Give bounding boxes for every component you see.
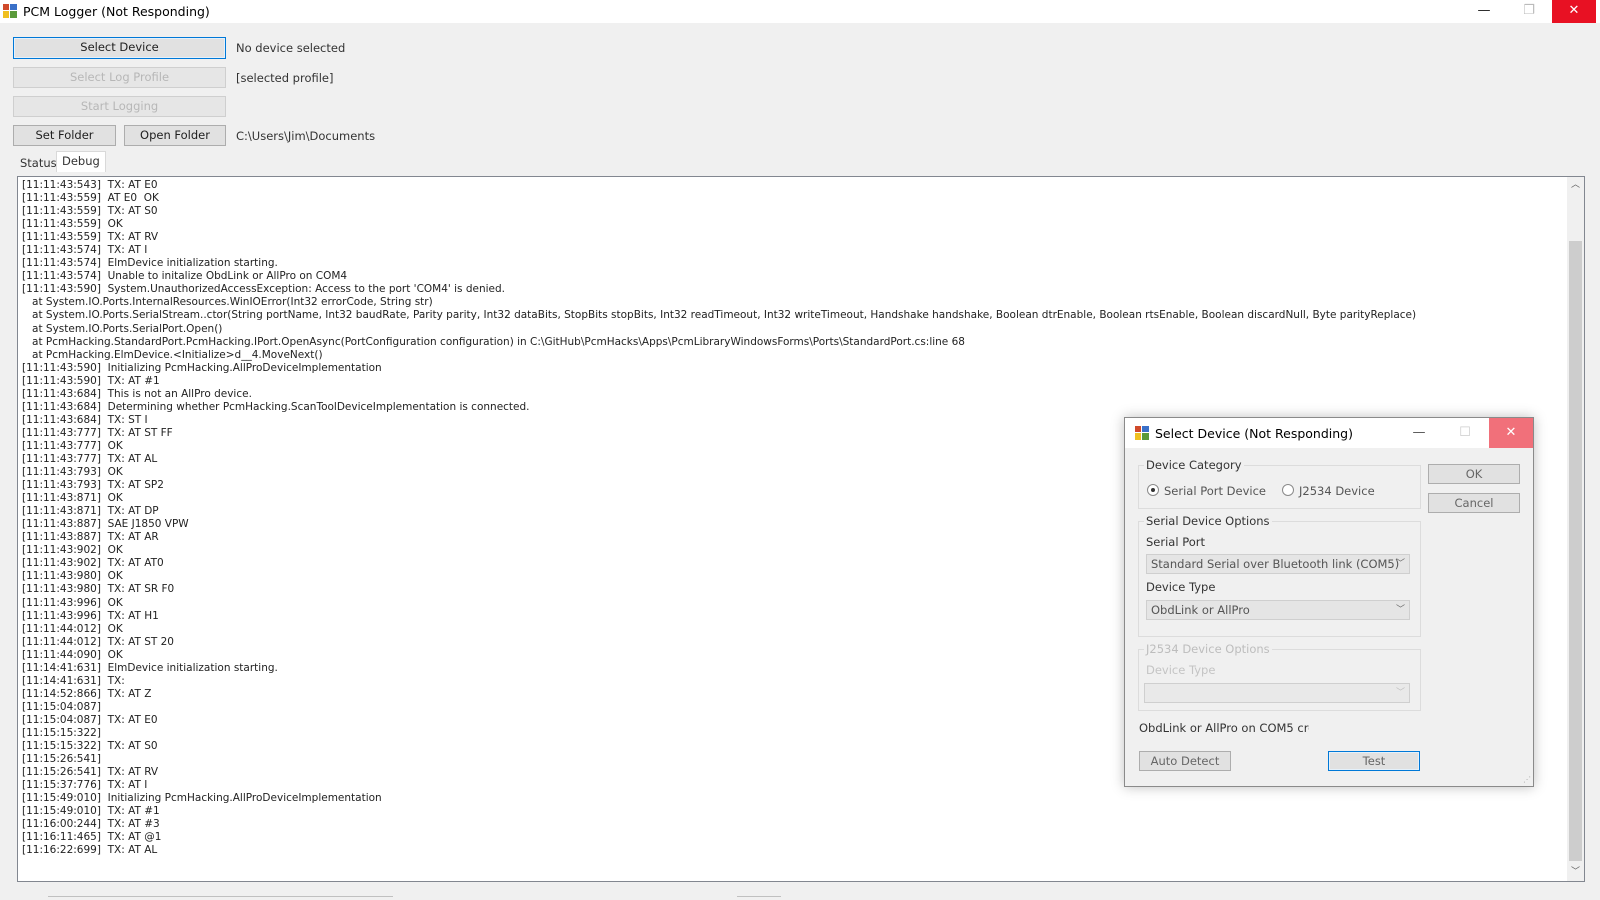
j2534-device-radio[interactable] [1282,484,1294,496]
status-strip [0,885,1600,900]
log-line: [11:11:43:559] TX: AT S0 [22,205,158,218]
minimize-button[interactable]: — [1462,0,1506,23]
cancel-button[interactable]: Cancel [1428,493,1520,513]
log-line: at PcmHacking.StandardPort.PcmHacking.IP… [22,335,965,348]
log-line: at System.IO.Ports.SerialStream..ctor(St… [22,309,1417,322]
log-line: [11:16:00:244] TX: AT #3 [22,818,160,831]
dialog-minimize-button[interactable]: — [1397,418,1441,448]
log-line: [11:11:43:574] TX: AT I [22,244,148,257]
device-status-label: No device selected [236,41,346,55]
serial-port-device-radio[interactable] [1147,484,1159,496]
log-line: at System.IO.Ports.SerialPort.Open() [22,322,223,335]
device-type-value: ObdLink or AllPro [1151,603,1250,617]
log-line: [11:16:11:465] TX: AT @1 [22,831,162,844]
log-line: [11:11:43:590] TX: AT #1 [22,374,160,387]
log-line: [11:15:49:010] TX: AT #1 [22,805,160,818]
log-line: [11:11:43:684] Determining whether PcmHa… [22,400,530,413]
dialog-title: Select Device (Not Responding) [1155,426,1353,441]
log-line: [11:11:43:574] ElmDevice initialization … [22,257,278,270]
chevron-down-icon: ﹀ [1395,559,1405,569]
serial-port-combo[interactable]: Standard Serial over Bluetooth link (COM… [1146,554,1410,574]
select-log-profile-button[interactable]: Select Log Profile [13,67,226,88]
selected-profile-label: [selected profile] [236,71,334,85]
divider [737,896,781,897]
log-line: [11:11:43:559] AT E0 OK [22,192,159,205]
divider [48,896,393,897]
log-line: [11:11:43:590] System.UnauthorizedAccess… [22,283,506,296]
dialog-title-bar: Select Device (Not Responding) — ☐ ✕ [1125,418,1533,448]
serial-device-options-title: Serial Device Options [1144,514,1272,528]
tab-status[interactable]: Status [15,154,62,172]
dialog-app-icon [1135,426,1149,440]
dialog-status-text: ObdLink or AllPro on COM5 createc [1139,721,1309,735]
dialog-close-button[interactable]: ✕ [1489,418,1533,448]
tab-debug[interactable]: Debug [56,151,106,172]
title-bar: PCM Logger (Not Responding) — ❐ ✕ [0,0,1600,23]
serial-port-label: Serial Port [1146,535,1205,549]
chevron-down-icon: ﹀ [1395,605,1405,615]
log-line: at System.IO.Ports.InternalResources.Win… [22,296,433,309]
start-logging-button[interactable]: Start Logging [13,96,226,117]
log-line: [11:11:43:590] Initializing PcmHacking.A… [22,361,382,374]
device-category-title: Device Category [1144,458,1244,472]
log-line: [11:11:43:559] TX: AT RV [22,231,159,244]
app-icon [3,4,17,18]
serial-port-value: Standard Serial over Bluetooth link (COM… [1151,557,1400,571]
j2534-device-type-combo[interactable]: ﹀ [1144,683,1410,703]
log-line: [11:16:22:699] TX: AT AL [22,844,158,857]
j2534-device-options-title: J2534 Device Options [1144,642,1272,656]
log-line: [11:11:43:559] OK [22,218,123,231]
close-button[interactable]: ✕ [1552,0,1596,23]
ok-button[interactable]: OK [1428,464,1520,484]
scroll-down-icon[interactable]: ﹀ [1567,864,1584,881]
log-line: at PcmHacking.ElmDevice.<Initialize>d__4… [22,348,323,361]
scroll-up-icon[interactable]: ︿ [1567,177,1584,194]
log-line: [11:11:43:574] Unable to initalize ObdLi… [22,270,348,283]
window-title: PCM Logger (Not Responding) [23,4,210,19]
folder-path-label: C:\Users\Jim\Documents [236,129,376,143]
log-scrollbar[interactable]: ︿ ﹀ [1567,177,1584,881]
auto-detect-button[interactable]: Auto Detect [1139,751,1231,771]
set-folder-button[interactable]: Set Folder [13,125,116,146]
dialog-maximize-button[interactable]: ☐ [1443,418,1487,448]
select-device-dialog: Select Device (Not Responding) — ☐ ✕ Dev… [1124,417,1534,787]
test-button[interactable]: Test [1328,751,1420,771]
device-type-combo[interactable]: ObdLink or AllPro ﹀ [1146,600,1410,620]
log-line: [11:11:43:684] This is not an AllPro dev… [22,387,252,400]
maximize-button[interactable]: ❐ [1507,0,1551,23]
open-folder-button[interactable]: Open Folder [124,125,226,146]
j2534-device-type-label: Device Type [1146,663,1216,677]
serial-port-device-label[interactable]: Serial Port Device [1164,484,1266,498]
scroll-thumb[interactable] [1569,241,1582,861]
log-line: [11:11:43:543] TX: AT E0 [22,179,158,191]
select-device-button[interactable]: Select Device [13,37,226,59]
chevron-down-icon: ﹀ [1395,688,1405,698]
device-type-label: Device Type [1146,580,1216,594]
log-line: [11:15:49:010] Initializing PcmHacking.A… [22,792,382,805]
resize-grip-icon[interactable]: ⋰ [1523,776,1531,784]
j2534-device-label[interactable]: J2534 Device [1299,484,1375,498]
